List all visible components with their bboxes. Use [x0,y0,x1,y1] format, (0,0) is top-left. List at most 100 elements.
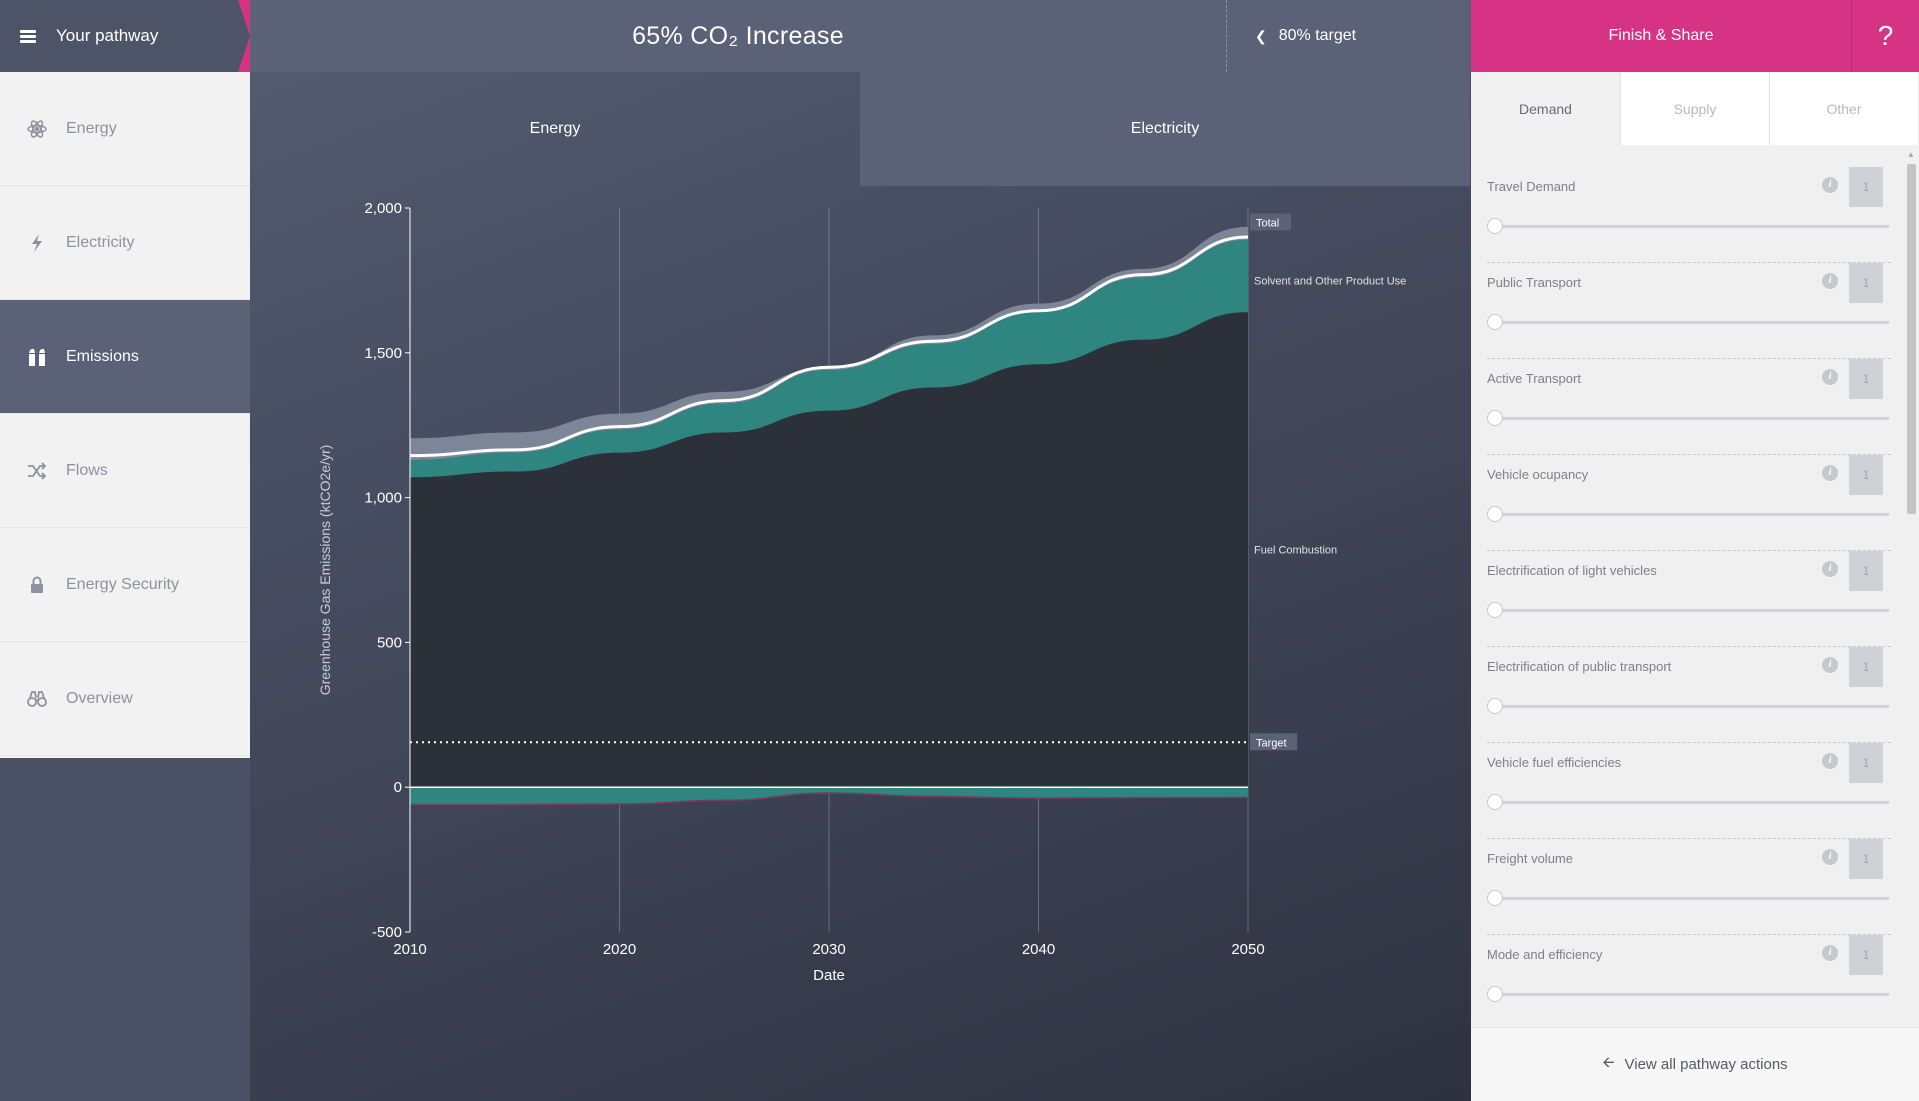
tab-label: Electricity [1130,120,1200,137]
shuffle-icon [26,460,48,482]
lever-slider-thumb[interactable] [1487,602,1503,618]
tab-other[interactable]: Other [1769,72,1918,145]
binoculars-icon [26,688,48,710]
help-icon: ? [1877,20,1894,51]
lever-slider-thumb[interactable] [1487,890,1503,906]
sidebar-item-label: Emissions [66,347,139,365]
target-button[interactable]: ❮ 80% target [1226,0,1471,72]
sidebar-item-electricity[interactable]: Electricity [0,186,250,300]
sidebar-item-flows[interactable]: Flows [0,414,250,528]
lever-slider-track[interactable] [1491,897,1889,900]
info-icon[interactable]: i [1822,849,1838,865]
x-tick-label: 2040 [1022,941,1055,958]
lever-slider-track[interactable] [1491,321,1889,324]
sidebar-item-label: Energy Security [66,575,179,593]
help-button[interactable]: ? [1851,0,1919,72]
scrollbar-thumb[interactable] [1907,164,1916,514]
sidebar-item-emissions[interactable]: Emissions [0,300,250,414]
x-axis-title: Date [813,967,845,984]
tab-demand[interactable]: Demand [1471,72,1620,145]
lever-label: Electrification of public transport [1487,659,1672,674]
lever-value-box[interactable]: 1 [1849,935,1883,975]
y-tick-label: 0 [394,779,402,796]
sidebar-empty-area [0,758,250,1101]
view-all-actions-button[interactable]: 🡨 View all pathway actions [1471,1027,1919,1101]
sidebar: Energy Electricity Emissions Flows Energ… [0,72,250,758]
sidebar-item-label: Energy [66,119,117,137]
lever-slider-thumb[interactable] [1487,986,1503,1002]
y-tick-label: -500 [372,924,402,941]
chevron-left-icon: ❮ [1255,27,1267,44]
emissions-chart: -500 0 500 1,000 1,500 2,000 2010 2020 2030 2040 2… [250,186,1471,1101]
lever-label: Travel Demand [1487,179,1576,194]
x-tick-label: 2050 [1231,941,1264,958]
info-icon[interactable]: i [1822,561,1838,577]
emissions-chart-svg: -500 0 500 1,000 1,500 2,000 2010 2020 2030 2040 2… [317,200,1406,984]
lever-slider-thumb[interactable] [1487,314,1503,330]
info-icon[interactable]: i [1822,945,1838,961]
lever-slider-track[interactable] [1491,417,1889,420]
scroll-up-icon[interactable]: ▲ [1905,150,1917,160]
sidebar-item-label: Overview [66,689,133,707]
headline-title: 65% CO₂ Increase [632,21,844,50]
lever-slider-thumb[interactable] [1487,218,1503,234]
x-tick-label: 2020 [603,941,636,958]
info-icon[interactable]: i [1822,753,1838,769]
total-label: Total [1256,217,1279,229]
info-icon[interactable]: i [1822,369,1838,385]
your-pathway-button[interactable]: Your pathway [0,0,250,72]
sidebar-item-label: Flows [66,461,108,479]
lever-label: Electrification of light vehicles [1487,563,1657,578]
lever-value-box[interactable]: 1 [1849,839,1883,879]
lever-slider-thumb[interactable] [1487,794,1503,810]
x-tick-label: 2030 [812,941,845,958]
lever-value-box[interactable]: 1 [1849,551,1883,591]
info-icon[interactable]: i [1822,273,1838,289]
factory-icon [26,346,48,368]
finish-label: Finish & Share [1608,27,1714,44]
info-icon[interactable]: i [1822,177,1838,193]
lever-label: Vehicle fuel efficiencies [1487,755,1622,770]
lever-row: Electrification of public transport i 1 [1487,647,1891,743]
lever-value-box[interactable]: 1 [1849,167,1883,207]
lever-slider-track[interactable] [1491,609,1889,612]
y-tick-label: 1,500 [364,345,402,362]
lever-slider-track[interactable] [1491,801,1889,804]
lever-value-box[interactable]: 1 [1849,359,1883,399]
scrollbar[interactable]: ▲ [1905,150,1917,1034]
lever-value-box[interactable]: 1 [1849,647,1883,687]
lever-slider-track[interactable] [1491,513,1889,516]
main-content: Energy Electricity -500 0 500 1,000 1,500 2,0… [250,72,1471,1101]
lever-row: Public Transport i 1 [1487,263,1891,359]
lever-slider-track[interactable] [1491,705,1889,708]
tab-energy[interactable]: Energy [250,72,860,186]
lever-slider-track[interactable] [1491,225,1889,228]
sidebar-item-label: Electricity [66,233,135,251]
sidebar-item-overview[interactable]: Overview [0,642,250,756]
info-icon[interactable]: i [1822,657,1838,673]
lever-slider-thumb[interactable] [1487,410,1503,426]
lever-label: Active Transport [1487,371,1581,386]
target-label: 80% target [1278,27,1357,44]
lever-row: Vehicle fuel efficiencies i 1 [1487,743,1891,839]
lever-value-box[interactable]: 1 [1849,743,1883,783]
lever-slider-thumb[interactable] [1487,698,1503,714]
tab-label: Other [1826,100,1862,117]
lever-slider-track[interactable] [1491,993,1889,996]
lever-row: Freight volume i 1 [1487,839,1891,935]
sidebar-item-energy[interactable]: Energy [0,72,250,186]
sidebar-item-energy-security[interactable]: Energy Security [0,528,250,642]
lever-label: Vehicle ocupancy [1487,467,1589,482]
top-bar: Your pathway 65% CO₂ Increase ❮ 80% targ… [0,0,1919,72]
tab-supply[interactable]: Supply [1620,72,1769,145]
tab-electricity[interactable]: Electricity [860,72,1470,186]
lever-value-box[interactable]: 1 [1849,455,1883,495]
pathway-label: Your pathway [56,26,159,45]
lever-slider-thumb[interactable] [1487,506,1503,522]
finish-share-button[interactable]: Finish & Share [1471,0,1851,72]
lever-row: Mode and efficiency i 1 [1487,935,1891,1027]
lever-value-box[interactable]: 1 [1849,263,1883,303]
info-icon[interactable]: i [1822,465,1838,481]
lever-row: Active Transport i 1 [1487,359,1891,455]
chart-tabs: Energy Electricity [250,72,1471,186]
